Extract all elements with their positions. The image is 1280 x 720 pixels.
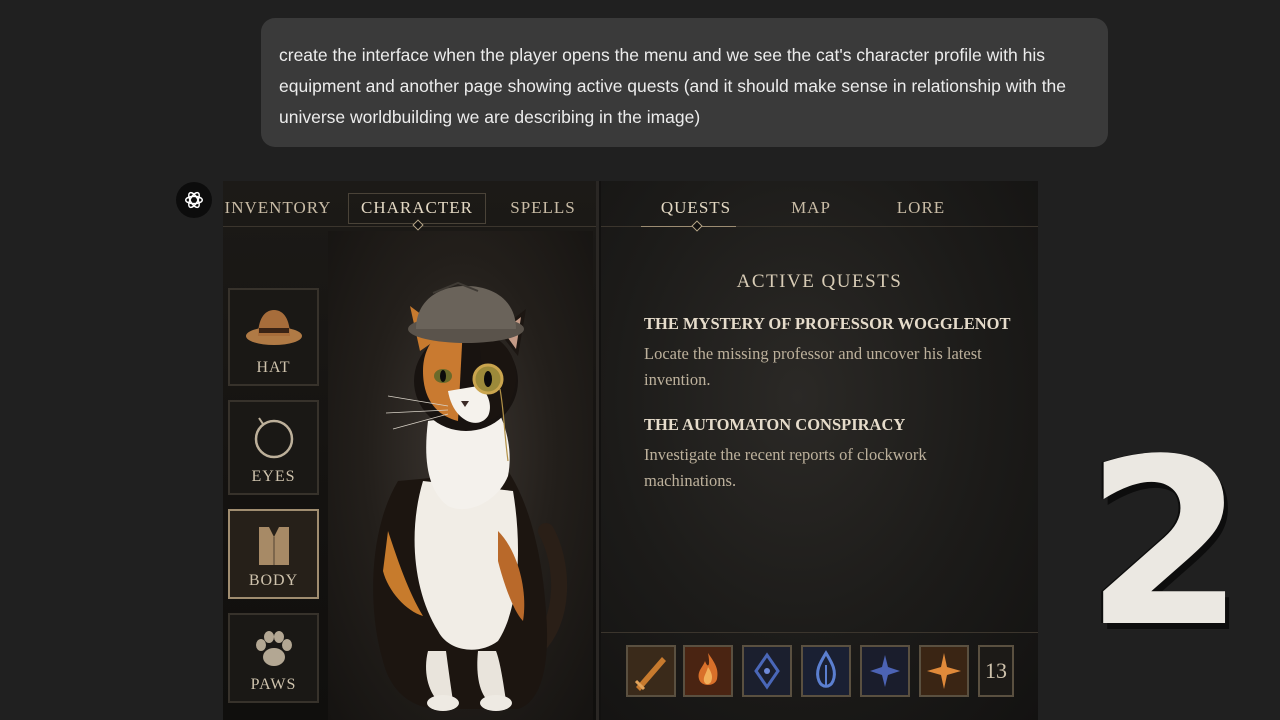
slot-label-body: BODY (248, 572, 299, 589)
hat-icon (244, 302, 304, 355)
active-quests-title: ACTIVE QUESTS (736, 271, 903, 292)
user-prompt-bubble: create the interface when the player ope… (261, 18, 1108, 147)
tab-divider (223, 226, 596, 227)
blue-star-icon (870, 655, 900, 687)
tab-quests[interactable]: QUESTS (641, 193, 751, 223)
hotbar-slot-4[interactable] (801, 645, 851, 697)
orange-star-icon (927, 653, 961, 689)
tab-map[interactable]: MAP (771, 193, 851, 223)
equipment-slot-hat[interactable]: HAT (228, 288, 319, 386)
slot-label-eyes: EYES (251, 468, 296, 485)
slot-label-hat: HAT (256, 359, 291, 376)
vest-icon (254, 523, 294, 572)
tab-lore[interactable]: LORE (876, 193, 966, 223)
hotbar-slot-2[interactable] (683, 645, 733, 697)
character-panel: INVENTORY CHARACTER SPELLS HAT EYES BODY… (223, 181, 599, 720)
game-menu-image: INVENTORY CHARACTER SPELLS HAT EYES BODY… (223, 181, 1038, 720)
quest-description-1: Locate the missing professor and uncover… (644, 344, 982, 389)
cat-character-portrait (328, 231, 593, 720)
fire-icon (698, 653, 718, 685)
hotbar-slot-3[interactable] (742, 645, 792, 697)
quest-description-2: Investigate the recent reports of clockw… (644, 445, 927, 490)
hotbar-count: 13 (978, 645, 1014, 697)
slot-label-paws: PAWS (250, 676, 297, 693)
blue-rune-icon (754, 652, 780, 690)
user-prompt-text: create the interface when the player ope… (279, 45, 1067, 127)
hotbar-slot-6[interactable] (919, 645, 969, 697)
hotbar-divider (601, 632, 1038, 633)
monocle-icon (249, 416, 299, 467)
tab-spells[interactable]: SPELLS (503, 193, 583, 223)
tab-inventory[interactable]: INVENTORY (223, 193, 333, 223)
blue-flame-icon (816, 650, 836, 688)
openai-logo-icon (176, 182, 212, 218)
hotbar-slot-5[interactable] (860, 645, 910, 697)
quest-title-1[interactable]: THE MYSTERY OF PROFESSOR WOGGLENOT (644, 314, 1010, 334)
sword-icon (634, 657, 666, 691)
equipment-slot-eyes[interactable]: EYES (228, 400, 319, 495)
equipment-slot-paws[interactable]: PAWS (228, 613, 319, 703)
active-tab-underline (641, 226, 736, 227)
slide-number: 2 (1085, 411, 1246, 678)
quest-title-2[interactable]: THE AUTOMATON CONSPIRACY (644, 415, 905, 435)
equipment-slot-body[interactable]: BODY (228, 509, 319, 599)
hotbar-slot-1[interactable] (626, 645, 676, 697)
paw-icon (252, 627, 296, 676)
quests-panel: QUESTS MAP LORE ACTIVE QUESTS THE MYSTER… (601, 181, 1038, 720)
